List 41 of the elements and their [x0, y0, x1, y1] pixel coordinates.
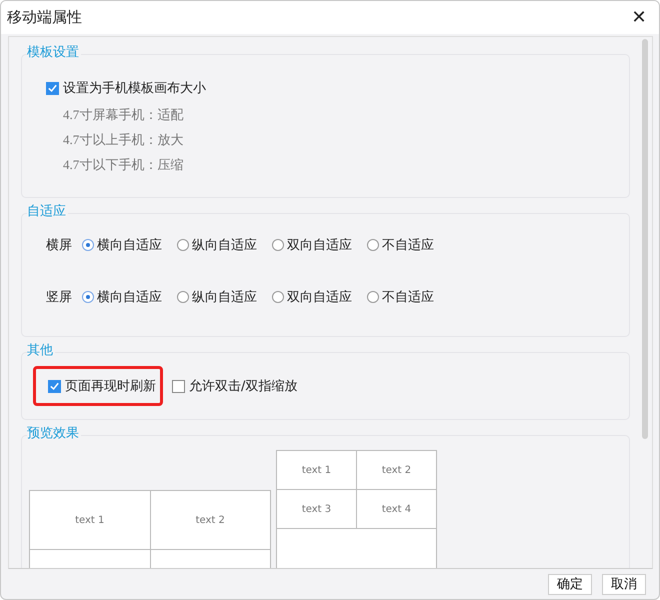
- hint-text: 4.7寸以上手机：放大: [63, 132, 184, 147]
- radio-label: 横向自适应: [97, 289, 162, 306]
- radio-label: 纵向自适应: [192, 237, 257, 254]
- radio-button[interactable]: [82, 291, 94, 303]
- preview-cell: text 4: [356, 490, 436, 528]
- section-title: 预览效果: [27, 426, 81, 442]
- radio-button[interactable]: [367, 291, 379, 303]
- preview-cell-text: text 1: [74, 514, 106, 528]
- radio-button[interactable]: [82, 239, 94, 251]
- section-title: 自适应: [27, 204, 68, 220]
- radio-label: 不自适应: [382, 289, 434, 306]
- radio-label: 纵向自适应: [192, 289, 257, 306]
- section-title: 模板设置: [27, 45, 81, 61]
- window-title: 移动端属性: [7, 8, 82, 27]
- section-title: 其他: [27, 343, 55, 359]
- hint-text: 4.7寸屏幕手机：适配: [63, 107, 184, 122]
- checkbox[interactable]: [172, 380, 185, 392]
- radio-button[interactable]: [272, 291, 284, 303]
- radio-label: 双向自适应: [287, 289, 352, 306]
- radio-label: 双向自适应: [287, 237, 352, 254]
- checkbox[interactable]: [46, 82, 59, 94]
- checkbox-label: 设置为手机模板画布大小: [63, 80, 206, 97]
- checkbox[interactable]: [48, 380, 61, 392]
- preview-cell-text: text 1: [300, 464, 332, 478]
- row-label: 竖屏: [46, 289, 72, 306]
- checkbox-label: 允许双击/双指缩放: [189, 378, 298, 395]
- radio-button[interactable]: [177, 291, 189, 303]
- close-button[interactable]: ✕: [619, 2, 659, 34]
- radio-button[interactable]: [272, 239, 284, 251]
- preview-cell-text: text 3: [300, 502, 332, 516]
- row-label: 横屏: [46, 237, 72, 254]
- dialog-button[interactable]: 取消: [602, 574, 646, 594]
- radio-label: 横向自适应: [97, 237, 162, 254]
- dialog-button[interactable]: 确定: [548, 574, 592, 594]
- radio-button[interactable]: [367, 239, 379, 251]
- radio-label: 不自适应: [382, 237, 434, 254]
- hint-text: 4.7寸以下手机：压缩: [63, 157, 184, 172]
- preview-cell: text 2: [150, 491, 270, 549]
- radio-button[interactable]: [177, 239, 189, 251]
- checkbox-label: 页面再现时刷新: [65, 378, 156, 395]
- preview-cell: text 2: [356, 451, 436, 489]
